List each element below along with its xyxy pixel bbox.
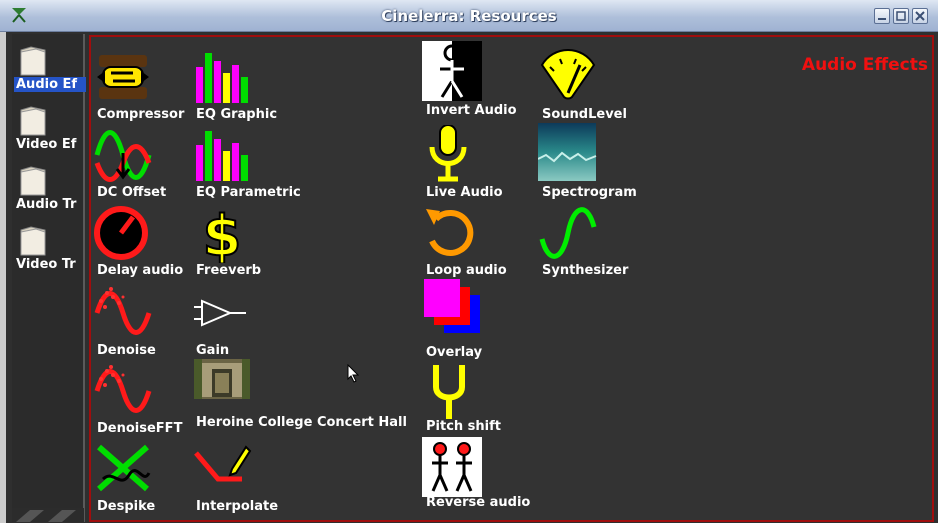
- overlay-icon: [424, 279, 480, 333]
- maximize-icon: [896, 11, 906, 21]
- scroll-arrows-icon: [16, 510, 76, 522]
- spectrogram-icon: [538, 123, 597, 181]
- effect-label: Reverse audio: [426, 495, 531, 510]
- effect-label: Overlay: [426, 345, 483, 360]
- effect-label: Interpolate: [196, 499, 279, 514]
- effect-label: EQ Parametric: [196, 185, 301, 200]
- invert-audio-icon: [422, 41, 482, 101]
- effect-label: Invert Audio: [426, 103, 517, 118]
- effect-label: DC Offset: [97, 185, 167, 200]
- loop-icon: [426, 209, 474, 256]
- denoisefft-icon: [94, 365, 152, 413]
- effect-dc-offset[interactable]: DC Offset: [93, 125, 203, 205]
- effect-label: Despike: [97, 499, 156, 514]
- window-title: Cinelerra: Resources: [381, 7, 557, 25]
- folder-audio-effects[interactable]: Audio Ef: [12, 40, 86, 94]
- folder-label: Video Tr: [16, 257, 76, 272]
- effect-loop-audio[interactable]: Loop audio: [422, 203, 532, 283]
- effect-label: Denoise: [97, 343, 156, 358]
- interpolate-icon: [194, 445, 252, 482]
- effect-eq-graphic[interactable]: EQ Graphic: [192, 47, 302, 127]
- gain-amplifier-icon: [194, 299, 246, 327]
- effect-overlay[interactable]: Overlay: [422, 277, 532, 360]
- folder-video-effects[interactable]: Video Ef: [12, 100, 84, 154]
- title-bar[interactable]: Cinelerra: Resources: [0, 0, 938, 32]
- concert-hall-photo-icon: [194, 359, 250, 399]
- folder-audio-transitions[interactable]: Audio Tr: [12, 160, 84, 214]
- effect-label: EQ Graphic: [196, 107, 278, 122]
- despike-icon: [97, 444, 151, 492]
- compressor-icon: [97, 55, 149, 99]
- effect-synthesizer[interactable]: Synthesizer: [538, 203, 648, 283]
- effect-denoise[interactable]: Denoise: [93, 283, 203, 363]
- effect-reverse-audio[interactable]: Reverse audio: [422, 437, 532, 517]
- effects-panel[interactable]: Audio Effects Compressor DC Offset Delay…: [89, 35, 934, 522]
- tuning-fork-icon: [433, 365, 465, 419]
- section-title: Audio Effects: [801, 55, 928, 75]
- delay-icon: [94, 206, 148, 260]
- effect-label: Spectrogram: [542, 185, 637, 200]
- close-icon: [915, 11, 925, 21]
- minimize-button[interactable]: [874, 8, 890, 24]
- close-button[interactable]: [912, 8, 928, 24]
- effect-label: SoundLevel: [542, 107, 627, 122]
- reverse-audio-icon: [422, 437, 482, 497]
- effect-compressor[interactable]: Compressor: [93, 47, 203, 127]
- folder-icon: [20, 46, 46, 76]
- sound-level-meter-icon: [540, 48, 596, 100]
- effect-label: Pitch shift: [426, 419, 502, 434]
- effect-spectrogram[interactable]: Spectrogram: [538, 123, 648, 203]
- effect-interpolate[interactable]: Interpolate: [192, 439, 302, 519]
- folder-icon: [20, 226, 46, 256]
- effect-gain[interactable]: Gain: [192, 283, 302, 363]
- effect-label: Freeverb: [196, 263, 262, 278]
- maximize-button[interactable]: [893, 8, 909, 24]
- folder-icon: [20, 106, 46, 136]
- folder-label: Audio Tr: [16, 197, 77, 212]
- svg-text:$: $: [203, 204, 242, 263]
- effect-soundlevel[interactable]: SoundLevel: [538, 47, 648, 127]
- effect-label: Heroine College Concert Hall: [196, 415, 407, 430]
- effect-live-audio[interactable]: Live Audio: [422, 125, 532, 205]
- effect-heroine-college-concert-hall[interactable]: Heroine College Concert Hall: [192, 359, 407, 439]
- effect-label: Compressor: [97, 107, 185, 122]
- effect-despike[interactable]: Despike: [93, 439, 203, 519]
- effect-label: Live Audio: [426, 185, 503, 200]
- dc-offset-icon: [94, 130, 152, 182]
- folder-scrollbar[interactable]: [12, 508, 84, 522]
- effect-denoisefft[interactable]: DenoiseFFT: [93, 361, 203, 441]
- mouse-pointer-icon: [347, 364, 360, 383]
- folder-label: Video Ef: [16, 137, 77, 152]
- denoise-icon: [94, 287, 152, 335]
- effect-label: Loop audio: [426, 263, 507, 278]
- minimize-icon: [878, 18, 886, 20]
- folder-label: Audio Ef: [14, 77, 86, 92]
- eq-graphic-icon: [196, 53, 248, 103]
- folder-video-transitions[interactable]: Video Tr: [12, 220, 84, 274]
- effect-delay-audio[interactable]: Delay audio: [93, 203, 203, 283]
- effect-pitch-shift[interactable]: Pitch shift: [422, 361, 532, 441]
- effect-eq-parametric[interactable]: EQ Parametric: [192, 125, 302, 205]
- microphone-icon: [429, 125, 467, 182]
- effect-freeverb[interactable]: $ Freeverb: [192, 203, 302, 283]
- folder-icon: [20, 166, 46, 196]
- dollar-icon: $: [202, 203, 243, 263]
- folder-list[interactable]: Audio Ef Video Ef Audio Tr Video Tr: [12, 34, 86, 522]
- eq-parametric-icon: [196, 131, 248, 181]
- effect-label: Gain: [196, 343, 230, 358]
- effect-invert-audio[interactable]: Invert Audio: [422, 41, 532, 121]
- effect-label: Synthesizer: [542, 263, 629, 278]
- effect-label: Delay audio: [97, 263, 184, 278]
- effect-label: DenoiseFFT: [97, 421, 183, 436]
- sine-wave-icon: [539, 207, 597, 259]
